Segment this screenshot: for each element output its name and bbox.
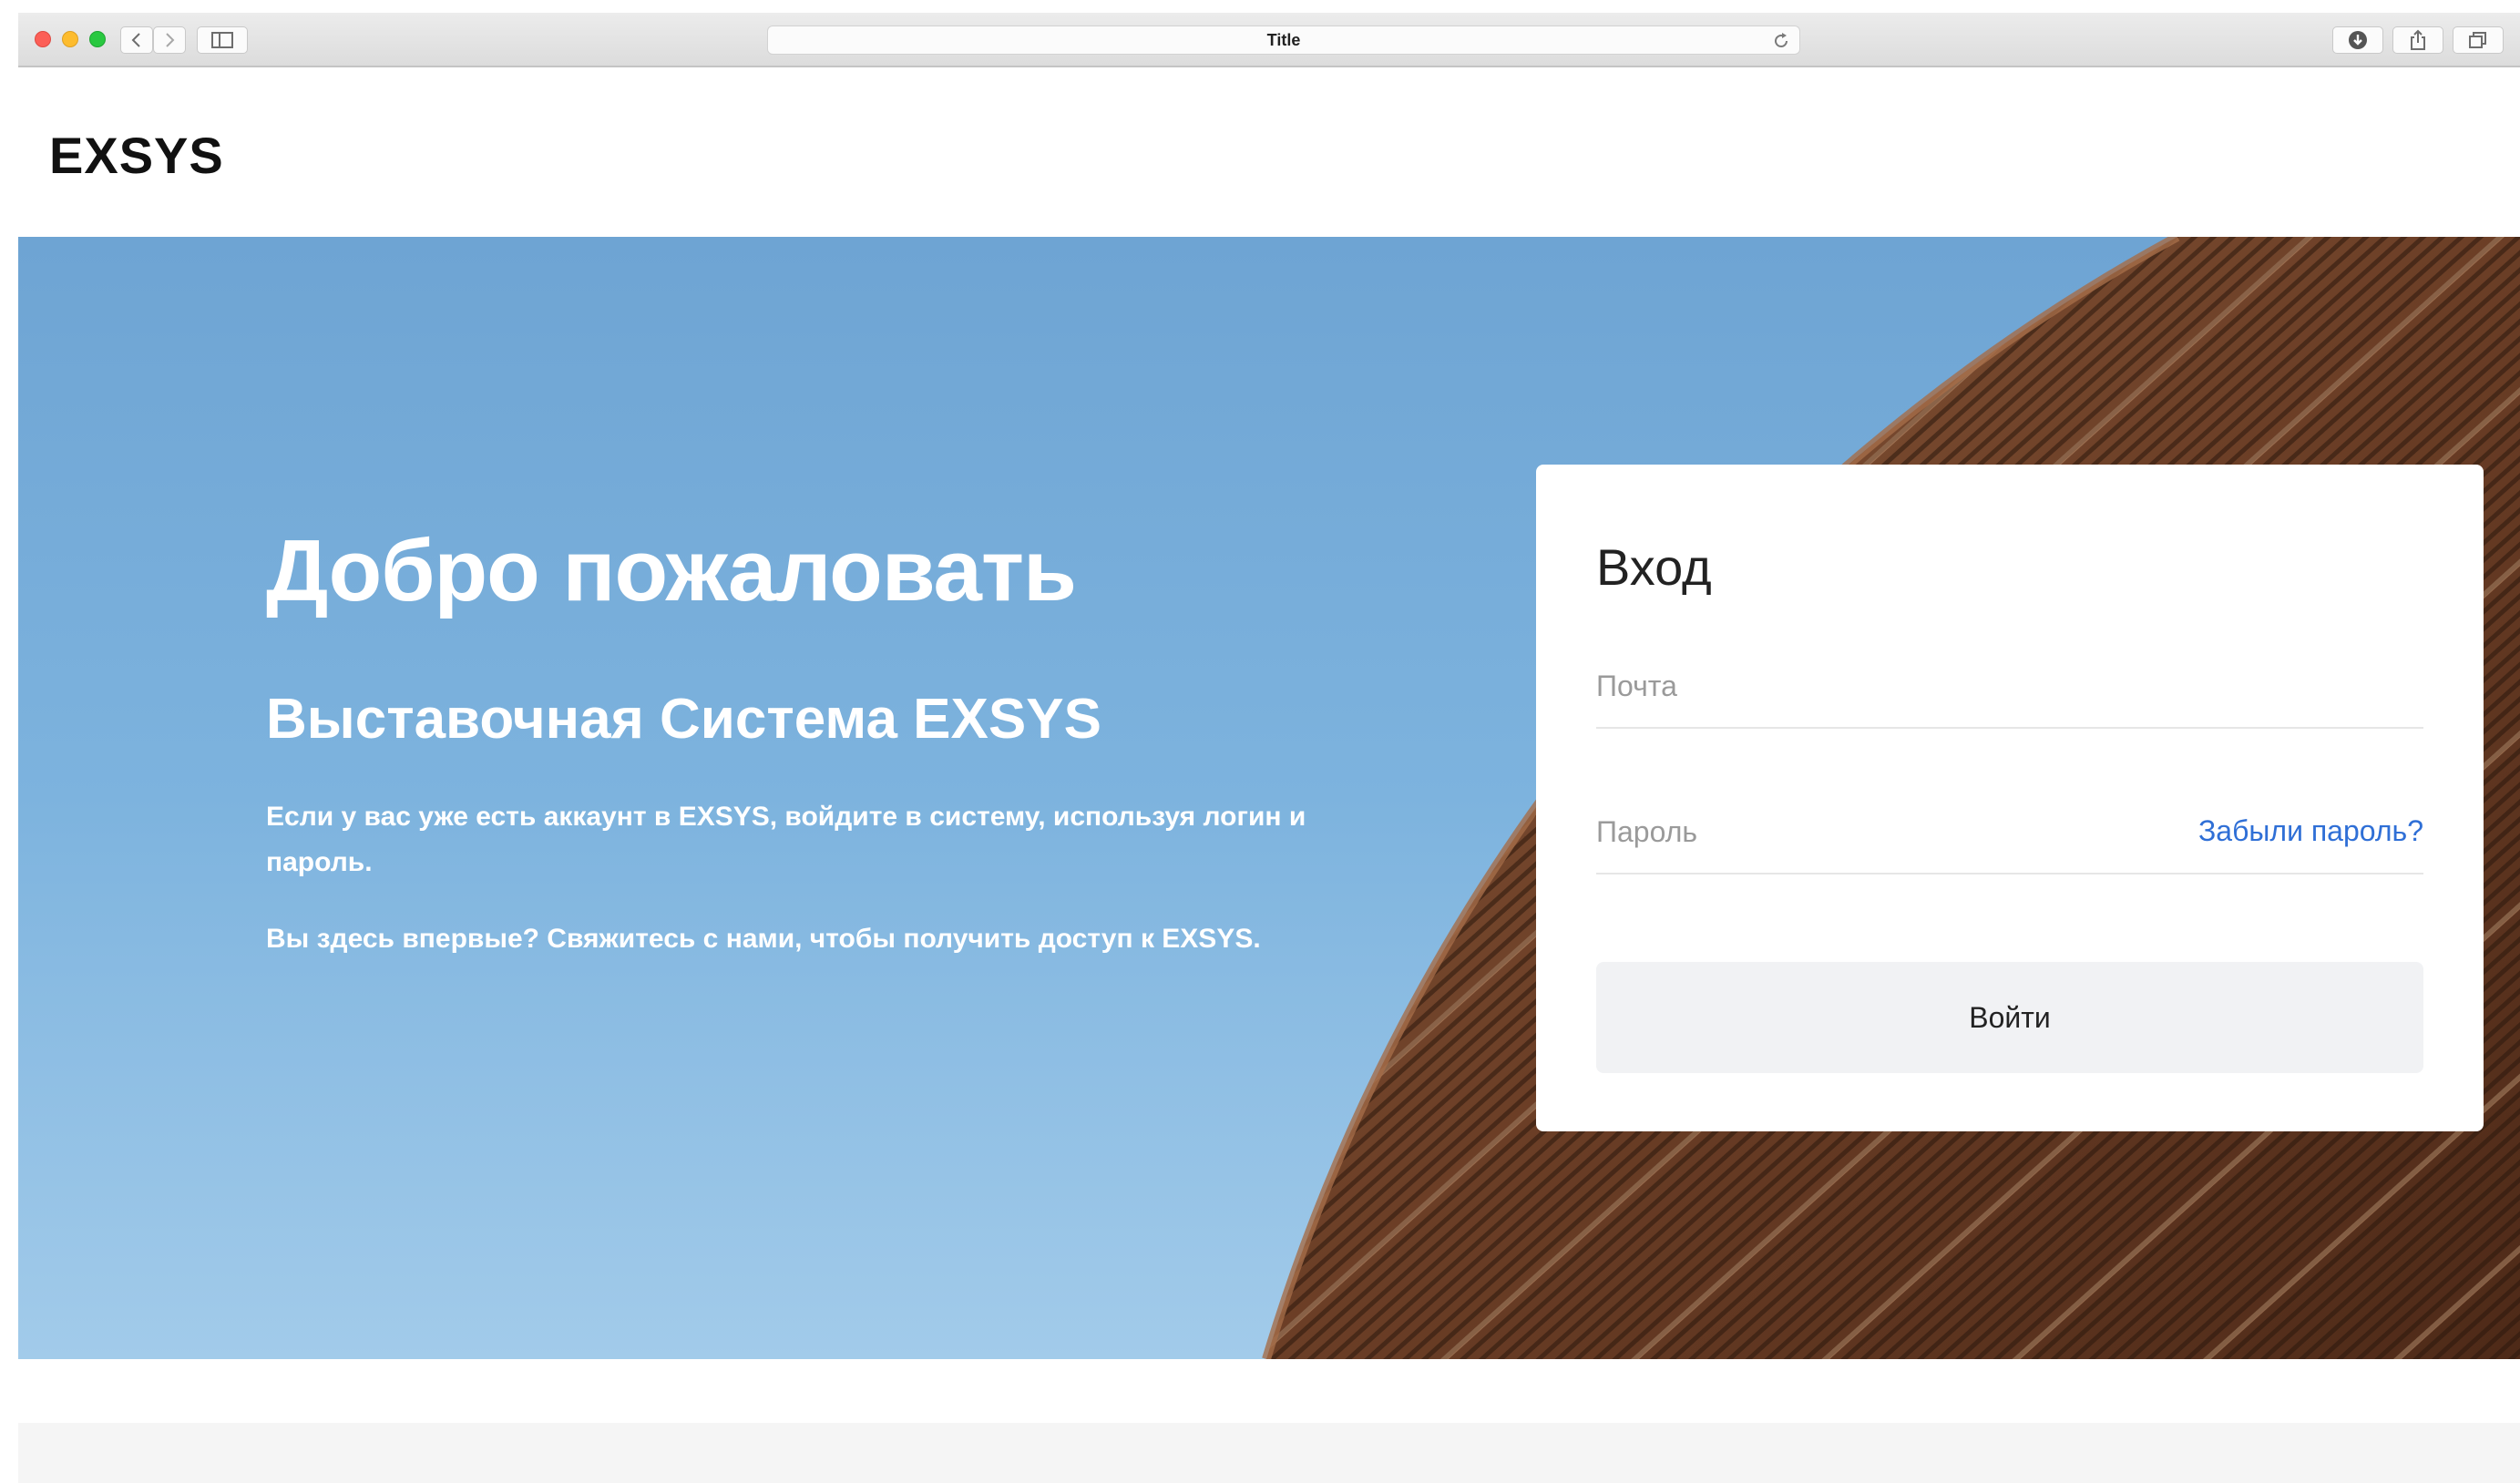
- login-card: Вход Забыли пароль? Войти: [1536, 465, 2484, 1131]
- email-input[interactable]: [1596, 663, 2179, 709]
- tabs-overview-button[interactable]: [2453, 26, 2504, 54]
- page-title-text: Title: [1266, 31, 1301, 49]
- forgot-password-link[interactable]: Забыли пароль?: [2198, 814, 2423, 848]
- browser-window: Title EXSYS Добро пожаловать Выставочная…: [18, 13, 2520, 1483]
- sidebar-icon: [211, 32, 233, 48]
- download-icon: [2349, 31, 2367, 49]
- back-button[interactable]: [120, 26, 153, 54]
- address-bar[interactable]: Title: [767, 26, 1800, 55]
- login-submit-button[interactable]: Войти: [1596, 962, 2423, 1073]
- chevron-left-icon: [131, 33, 140, 47]
- share-button[interactable]: [2392, 26, 2443, 54]
- close-window-button[interactable]: [35, 31, 51, 47]
- site-header: EXSYS: [18, 69, 2520, 250]
- footer-strip: [18, 1423, 2520, 1483]
- browser-toolbar: Title: [18, 13, 2520, 67]
- email-field-wrapper: [1596, 643, 2423, 729]
- password-input[interactable]: [1596, 809, 2179, 854]
- password-field-wrapper: Забыли пароль?: [1596, 789, 2423, 874]
- minimize-window-button[interactable]: [62, 31, 78, 47]
- hero-section: Добро пожаловать Выставочная Система EXS…: [18, 237, 2520, 1359]
- share-icon: [2411, 29, 2425, 50]
- hero-title: Добро пожаловать: [266, 522, 1077, 619]
- hero-paragraph-contact-info: Вы здесь впервые? Свяжитесь с нами, чтоб…: [266, 924, 1261, 954]
- hero-paragraph-login-info: Если у вас уже есть аккаунт в EXSYS, вой…: [266, 802, 1306, 877]
- hero-subtitle: Выставочная Система EXSYS: [266, 688, 1101, 751]
- downloads-button[interactable]: [2332, 26, 2383, 54]
- sidebar-toggle-button[interactable]: [197, 26, 248, 54]
- maximize-window-button[interactable]: [89, 31, 106, 47]
- forward-button[interactable]: [153, 26, 186, 54]
- reload-icon[interactable]: [1772, 32, 1790, 50]
- tabs-icon: [2469, 32, 2486, 48]
- chevron-right-icon: [166, 33, 175, 47]
- site-logo[interactable]: EXSYS: [49, 126, 224, 185]
- login-title: Вход: [1596, 538, 1712, 596]
